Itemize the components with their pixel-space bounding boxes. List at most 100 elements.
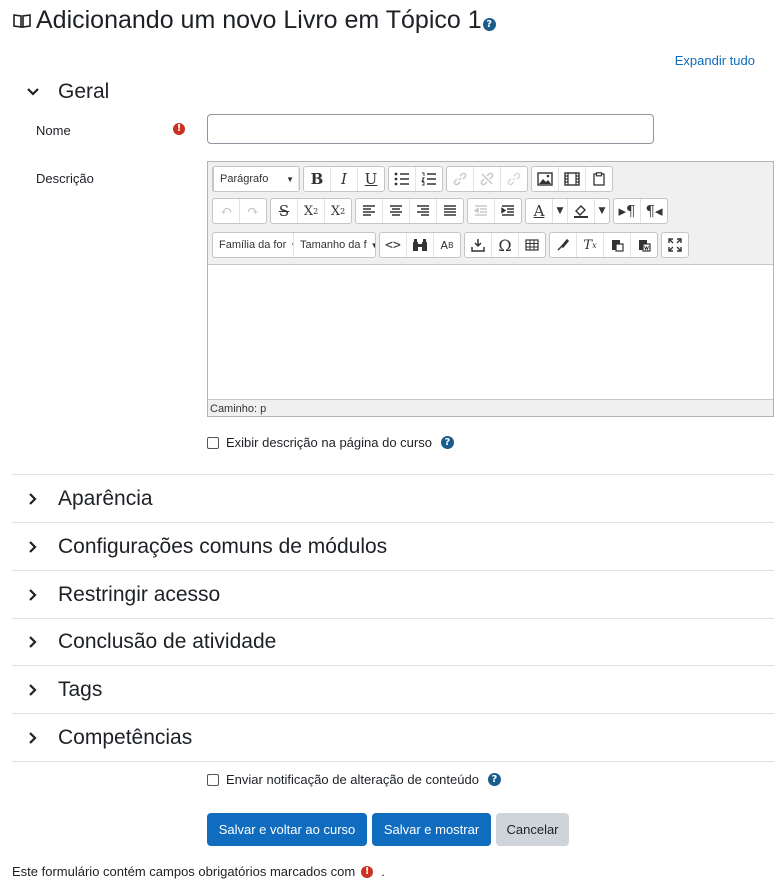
media-button[interactable]	[559, 167, 586, 191]
help-icon[interactable]: ?	[487, 773, 501, 786]
anchor-button[interactable]	[501, 167, 527, 191]
bold-button[interactable]: B	[304, 167, 331, 191]
font-size-value: Tamanho da f	[300, 239, 367, 251]
section-header[interactable]: Restringir acesso	[12, 571, 774, 619]
image-icon	[537, 172, 553, 186]
indent-button[interactable]	[495, 199, 521, 223]
superscript-button[interactable]: X2	[325, 199, 351, 223]
chevron-right-icon	[20, 491, 46, 507]
page-title: Adicionando um novo Livro em Tópico 1 ?	[12, 6, 496, 35]
strikethrough-button[interactable]: S	[271, 199, 298, 223]
fullscreen-button[interactable]	[662, 233, 688, 257]
notify-checkbox-row: Enviar notificação de alteração de conte…	[207, 772, 501, 787]
cancel-button[interactable]: Cancelar	[496, 813, 569, 846]
undo-button[interactable]: ↶	[213, 199, 240, 223]
paste-word-button[interactable]	[631, 233, 657, 257]
fullscreen-icon	[668, 238, 682, 252]
remove-format-button[interactable]: Tx	[577, 233, 604, 257]
bullet-list-button[interactable]	[389, 167, 416, 191]
notify-label[interactable]: Enviar notificação de alteração de conte…	[226, 772, 479, 787]
section-title: Competências	[58, 725, 193, 749]
bullet-list-icon	[394, 172, 409, 186]
font-family-select[interactable]: Família da for▼	[213, 233, 294, 257]
show-description-checkbox-row: Exibir descrição na página do curso ?	[207, 435, 454, 450]
text-color-dropdown[interactable]: ▼	[553, 199, 568, 223]
paste-text-button[interactable]	[604, 233, 631, 257]
font-size-select[interactable]: Tamanho da f ▼	[294, 233, 375, 257]
text-color-button[interactable]: A	[526, 199, 553, 223]
paragraph-format-select[interactable]: Parágrafo ▼	[214, 167, 299, 191]
manage-files-button[interactable]	[586, 167, 612, 191]
unlink-icon	[480, 172, 494, 186]
background-color-button[interactable]	[568, 199, 595, 223]
required-note-period: .	[381, 864, 385, 879]
special-character-button[interactable]: Ω	[492, 233, 519, 257]
binoculars-icon	[413, 239, 427, 251]
ltr-button[interactable]: ▸¶	[614, 199, 641, 223]
clear-formatting-button[interactable]	[550, 233, 577, 257]
numbered-list-button[interactable]	[416, 167, 442, 191]
editor-content-area[interactable]	[208, 264, 773, 400]
paste-word-icon	[639, 240, 651, 252]
paint-bucket-icon	[574, 205, 588, 218]
table-button[interactable]	[519, 233, 545, 257]
section-header[interactable]: Competências	[12, 714, 774, 762]
notify-checkbox[interactable]	[207, 773, 219, 786]
chevron-right-icon	[20, 634, 46, 650]
paragraph-format-value: Parágrafo	[220, 173, 269, 185]
align-left-button[interactable]	[356, 199, 383, 223]
section-title: Aparência	[58, 486, 153, 510]
name-label: Nome	[36, 123, 71, 138]
link-icon	[453, 172, 467, 186]
help-icon[interactable]: ?	[440, 436, 454, 449]
align-justify-icon	[444, 205, 456, 216]
film-icon	[564, 172, 580, 186]
name-input[interactable]	[207, 114, 654, 144]
rtl-button[interactable]: ¶◂	[641, 199, 667, 223]
section-header[interactable]: Tags	[12, 666, 774, 714]
spellcheck-button[interactable]: AB	[434, 233, 460, 257]
expand-all-link[interactable]: Expandir tudo	[675, 53, 755, 68]
required-icon: !	[361, 865, 374, 878]
section-header[interactable]: Aparência	[12, 475, 774, 523]
description-editor: Parágrafo ▼ B I U ↶ ↷ S X 2 X 2 A ▼ ▼ ▸¶…	[207, 161, 774, 417]
editor-path: Caminho: p	[210, 403, 267, 415]
underline-button[interactable]: U	[358, 167, 384, 191]
show-description-checkbox[interactable]	[207, 436, 219, 449]
required-icon: !	[173, 123, 185, 135]
indent-icon	[501, 205, 514, 216]
align-right-button[interactable]	[410, 199, 437, 223]
save-return-button[interactable]: Salvar e voltar ao curso	[207, 813, 367, 846]
italic-button[interactable]: I	[331, 167, 358, 191]
align-center-icon	[390, 205, 402, 216]
chevron-right-icon	[20, 682, 46, 698]
align-right-icon	[417, 205, 429, 216]
show-description-label[interactable]: Exibir descrição na página do curso	[226, 435, 432, 450]
section-title: Restringir acesso	[58, 582, 221, 606]
book-icon	[13, 13, 31, 28]
section-header[interactable]: Conclusão de atividade	[12, 618, 774, 666]
insert-button[interactable]	[465, 233, 492, 257]
page-title-text: Adicionando um novo Livro em Tópico 1	[36, 6, 482, 34]
section-general-title: Geral	[58, 79, 110, 103]
chevron-right-icon	[20, 539, 46, 555]
save-display-button[interactable]: Salvar e mostrar	[372, 813, 491, 846]
link-button[interactable]	[447, 167, 474, 191]
image-button[interactable]	[532, 167, 559, 191]
find-replace-button[interactable]	[407, 233, 434, 257]
subscript-button[interactable]: X2	[298, 199, 325, 223]
outdent-button[interactable]	[468, 199, 495, 223]
align-center-button[interactable]	[383, 199, 410, 223]
section-general-header[interactable]: Geral	[12, 68, 774, 115]
unlink-button[interactable]	[474, 167, 501, 191]
help-icon[interactable]: ?	[482, 18, 496, 31]
redo-button[interactable]: ↷	[240, 199, 266, 223]
section-header[interactable]: Configurações comuns de módulos	[12, 523, 774, 571]
anchor-icon	[507, 172, 521, 186]
code-button[interactable]: <>	[380, 233, 407, 257]
align-justify-button[interactable]	[437, 199, 463, 223]
chevron-right-icon	[20, 587, 46, 603]
brush-icon	[557, 238, 570, 251]
background-color-dropdown[interactable]: ▼	[595, 199, 609, 223]
chevron-down-icon	[20, 84, 46, 100]
